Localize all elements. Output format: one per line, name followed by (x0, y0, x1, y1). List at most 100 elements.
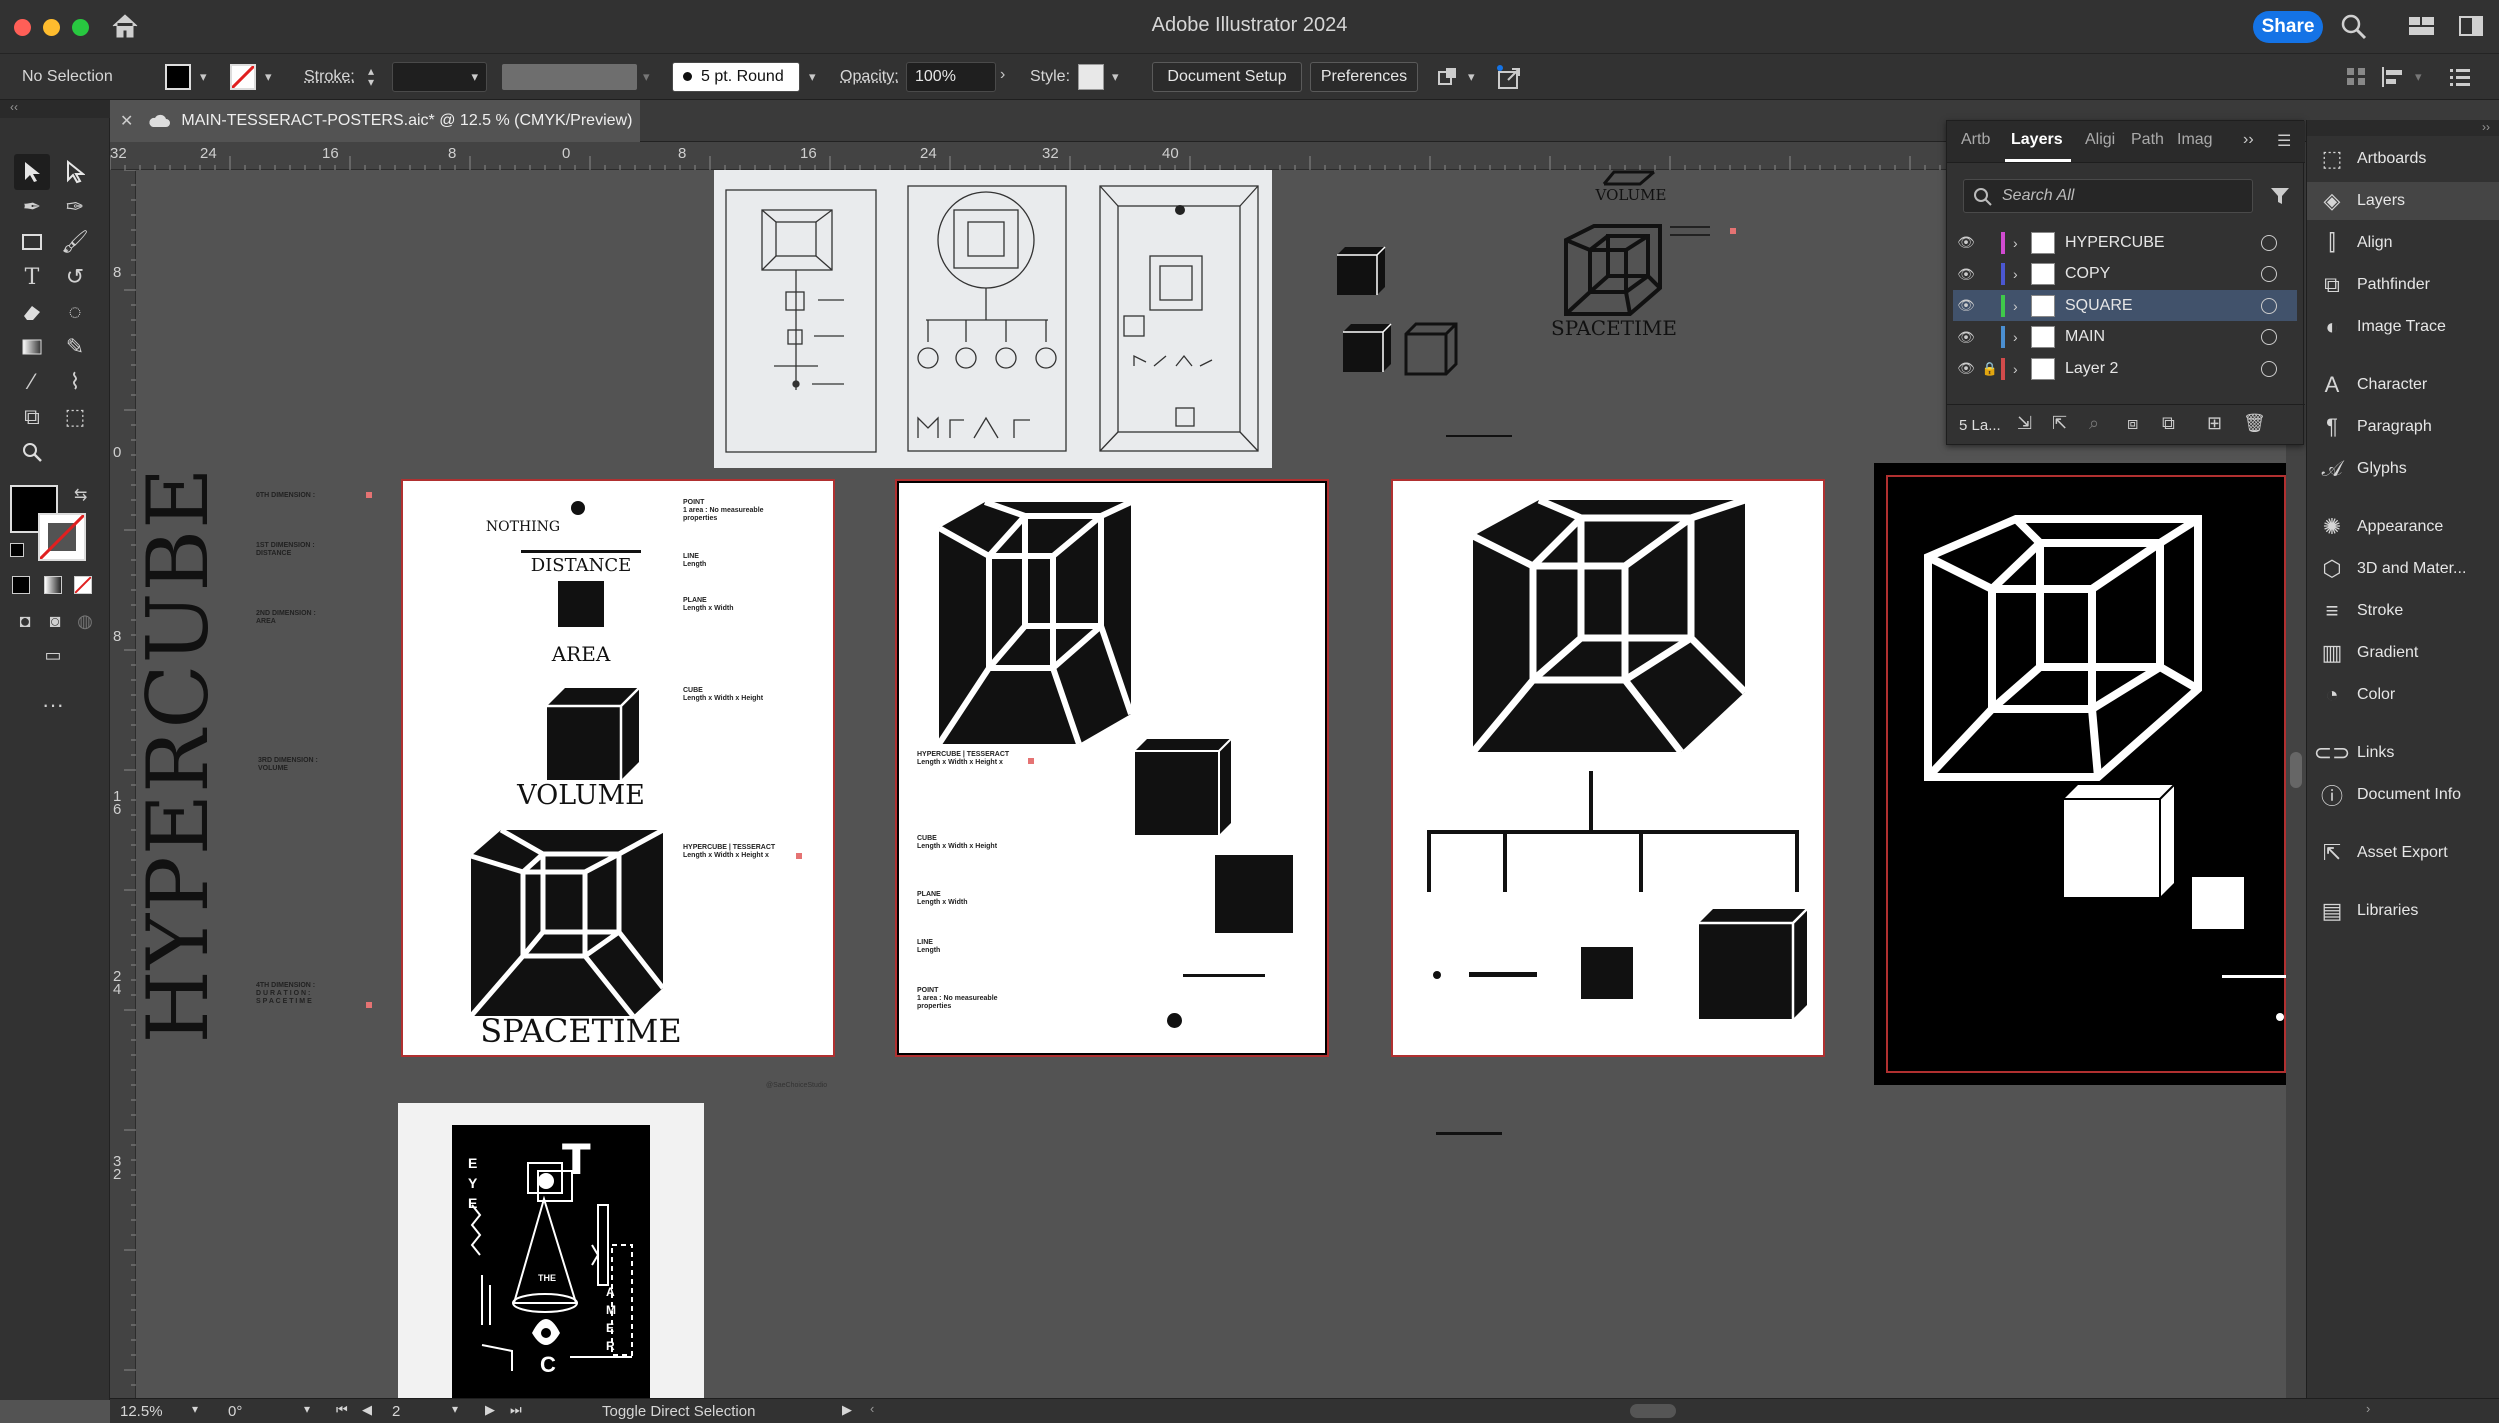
width-tool-icon[interactable]: ⌇ (60, 367, 90, 397)
visibility-eye-icon[interactable]: 👁 (1953, 297, 1979, 314)
chevron-down-icon[interactable]: ▾ (809, 69, 816, 85)
maximize-window-button[interactable] (72, 19, 89, 36)
chevron-down-icon[interactable]: ▾ (2415, 69, 2422, 85)
draw-inside-icon[interactable]: ◍ (70, 606, 100, 636)
panel-menu-icon[interactable] (2448, 66, 2474, 88)
lock-icon[interactable]: 🔒 (1979, 361, 2001, 377)
small-cube[interactable] (1341, 322, 1393, 374)
dock-item-paragraph[interactable]: ¶ Paragraph (2307, 408, 2499, 446)
more-tools-icon[interactable]: ··· (38, 690, 68, 720)
dock-item-glyphs[interactable]: 𝒜 Glyphs (2307, 450, 2499, 488)
horizontal-scroll-thumb[interactable] (1630, 1404, 1676, 1418)
variable-width-profile[interactable] (502, 64, 637, 90)
document-tab[interactable]: ✕ MAIN-TESSERACT-POSTERS.aic* @ 12.5 % (… (110, 100, 640, 142)
rotation-value[interactable]: 0° (228, 1403, 242, 1420)
artboard-poster-5[interactable]: T THE C E Y E A M E R (398, 1103, 704, 1398)
lasso-tool-icon[interactable]: ◌ (60, 297, 90, 327)
selection-tool-icon[interactable] (17, 157, 47, 187)
export-icon[interactable]: ⇱ (2052, 413, 2067, 434)
transform-icon[interactable] (2345, 66, 2369, 88)
tab-image-trace[interactable]: Imag (2177, 131, 2213, 149)
draw-behind-icon[interactable]: ◙ (40, 606, 70, 636)
zoom-tool-icon[interactable] (17, 437, 47, 467)
mini-hypercube[interactable] (1562, 222, 1664, 318)
screen-mode-icon[interactable]: ▭ (38, 640, 68, 670)
eraser-tool-icon[interactable] (17, 297, 47, 327)
target-icon[interactable] (2261, 329, 2277, 345)
panel-menu-icon[interactable]: ☰ (2277, 131, 2291, 151)
dock-item-character[interactable]: A Character (2307, 366, 2499, 404)
artboard-poster-4[interactable] (1874, 463, 2286, 1085)
stroke-stepper[interactable]: ▴ ▾ (368, 65, 382, 90)
gradient-mode-icon[interactable] (44, 576, 62, 594)
minimize-window-button[interactable] (43, 19, 60, 36)
last-artboard-icon[interactable]: ⏭ (510, 1402, 522, 1418)
target-icon[interactable] (2261, 360, 2277, 377)
tab-pathfinder[interactable]: Path (2131, 131, 2164, 149)
default-colors-icon[interactable] (10, 543, 24, 557)
visibility-eye-icon[interactable]: 👁 (1953, 329, 1979, 346)
shape-builder-tool-icon[interactable]: ⧉ (17, 402, 47, 432)
quick-export-icon[interactable] (1496, 64, 1524, 92)
rotate-tool-icon[interactable]: ↺ (60, 262, 90, 292)
stroke-color-swatch[interactable] (38, 513, 86, 561)
chevron-down-icon[interactable]: ▾ (200, 69, 207, 85)
dock-item-color[interactable]: ◔ Color (2307, 676, 2499, 714)
stroke-label[interactable]: Stroke: (304, 68, 355, 86)
locate-object-icon[interactable]: ⌕ (2089, 413, 2099, 434)
target-icon[interactable] (2261, 234, 2277, 251)
chevron-down-icon[interactable]: ▾ (1468, 69, 1475, 85)
home-icon[interactable] (110, 12, 142, 42)
opacity-input[interactable]: 100% (906, 62, 996, 92)
tab-layers[interactable]: Layers (2011, 131, 2063, 149)
color-picker-tool-icon[interactable]: ⁄ (17, 367, 47, 397)
visibility-eye-icon[interactable]: 👁 (1953, 266, 1979, 283)
dock-item-artboards[interactable]: ⬚ Artboards (2307, 140, 2499, 178)
artboard-poster-2[interactable]: HYPERCUBE | TESSERACT Length x Width x H… (895, 479, 1329, 1057)
dock-item-libraries[interactable]: ▤ Libraries (2307, 892, 2499, 930)
new-sublayer-icon[interactable]: ⧉ (2162, 413, 2175, 434)
color-mode-icon[interactable] (12, 576, 30, 594)
layer-row[interactable]: 👁 🔒 › Layer 2 (1953, 353, 2297, 384)
dock-item-gradient[interactable]: ▥ Gradient (2307, 634, 2499, 672)
small-cube[interactable] (1335, 245, 1387, 297)
layer-row[interactable]: 👁 › SQUARE (1953, 290, 2297, 321)
none-mode-icon[interactable] (74, 576, 92, 594)
rectangle-tool-icon[interactable] (17, 227, 47, 257)
vertical-ruler[interactable]: 8 0 8 1 6 2 4 3 2 (110, 170, 136, 1400)
search-icon[interactable] (2340, 13, 2368, 41)
dock-item-align[interactable]: ⫿ Align (2307, 224, 2499, 262)
chevron-down-icon[interactable]: ▾ (192, 1402, 198, 1416)
dock-item-document-info[interactable]: ⓘ Document Info (2307, 776, 2499, 814)
chevron-down-icon[interactable]: ▾ (452, 1402, 458, 1416)
sketch-photo[interactable] (714, 170, 1272, 468)
visibility-eye-icon[interactable]: 👁 (1953, 234, 1979, 251)
align-icon[interactable] (2380, 66, 2408, 88)
wire-cube[interactable] (1404, 322, 1458, 376)
eyedropper-tool-icon[interactable]: ✎ (60, 332, 90, 362)
dock-item-3d-materials[interactable]: ⬡ 3D and Mater... (2307, 550, 2499, 588)
collapse-toolbar-icon[interactable]: ‹‹ (0, 100, 110, 118)
artboard-tool-icon[interactable]: ⬚ (60, 402, 90, 432)
target-icon[interactable] (2261, 266, 2277, 282)
clipping-mask-icon[interactable]: ⧈ (2127, 413, 2138, 434)
tab-align[interactable]: Aligi (2085, 131, 2115, 149)
layer-row[interactable]: 👁 › MAIN (1953, 322, 2297, 353)
direct-selection-tool-icon[interactable] (60, 157, 90, 187)
vertical-title[interactable]: HYPERCUBE (136, 467, 227, 1044)
vertical-scroll-thumb[interactable] (2290, 752, 2302, 788)
chevron-right-icon[interactable]: › (2013, 235, 2031, 251)
artboard-number[interactable]: 2 (392, 1403, 400, 1420)
chevron-right-icon[interactable]: › (2013, 361, 2031, 377)
close-window-button[interactable] (14, 19, 31, 36)
stroke-weight-input[interactable]: ▾ (392, 62, 487, 92)
draw-normal-icon[interactable]: ◘ (10, 606, 40, 636)
workspace-switcher-icon[interactable] (2408, 15, 2436, 39)
document-setup-button[interactable]: Document Setup (1152, 62, 1302, 92)
zoom-level[interactable]: 12.5% (120, 1403, 163, 1420)
delete-layer-icon[interactable]: 🗑 (2243, 413, 2266, 434)
chevron-right-icon[interactable]: › (2013, 329, 2031, 345)
dock-item-image-trace[interactable]: ◐ Image Trace (2307, 308, 2499, 346)
dock-item-stroke[interactable]: ≡ Stroke (2307, 592, 2499, 630)
dock-item-layers[interactable]: ◈ Layers (2307, 182, 2499, 220)
